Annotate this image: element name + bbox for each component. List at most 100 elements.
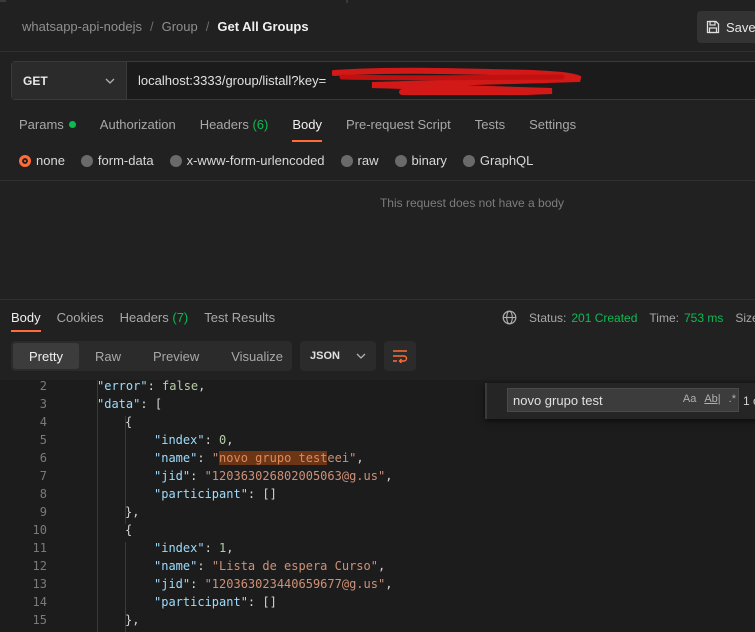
view-visualize[interactable]: Visualize: [215, 343, 299, 369]
response-status: Status: 201 Created Time: 753 ms Size:: [502, 310, 755, 325]
code-line: 12 "name": "Lista de espera Curso",: [0, 557, 755, 575]
chevron-down-icon: [105, 78, 115, 84]
tab-label: Authorization: [99, 117, 176, 132]
radio-raw[interactable]: raw: [340, 153, 379, 168]
find-options: Aa Ab| .*: [675, 393, 736, 405]
json-value: false: [162, 380, 199, 393]
code-line: 8 "participant": []: [0, 485, 755, 503]
json-punct: {: [125, 523, 133, 537]
format-select[interactable]: JSON: [300, 341, 376, 371]
json-value: [: [154, 397, 163, 411]
radio-graphql[interactable]: GraphQL: [462, 153, 533, 168]
tab-label: Body: [292, 117, 322, 132]
line-number: 10: [32, 523, 47, 537]
radio-icon: [340, 154, 353, 167]
radio-binary[interactable]: binary: [394, 153, 447, 168]
divider: [0, 299, 755, 300]
wrap-lines-icon: [393, 350, 408, 363]
resp-tab-test-results[interactable]: Test Results: [204, 310, 275, 325]
find-input[interactable]: novo grupo test Aa Ab| .*: [507, 388, 739, 412]
radio-x-www-form-urlencoded[interactable]: x-www-form-urlencoded: [169, 153, 325, 168]
find-widget: novo grupo test Aa Ab| .* 1 o: [485, 383, 755, 419]
format-value: JSON: [310, 350, 340, 362]
radio-label: none: [36, 153, 65, 168]
status-value[interactable]: 201 Created: [571, 311, 637, 325]
json-value: []: [262, 595, 277, 609]
headers-count: (6): [252, 117, 269, 132]
json-key: "error": [97, 380, 148, 393]
tab-body[interactable]: Body: [292, 117, 322, 142]
radio-label: binary: [411, 153, 447, 168]
save-button-label: Save: [726, 19, 755, 35]
resp-tab-cookies[interactable]: Cookies: [57, 310, 104, 325]
time-value[interactable]: 753 ms: [684, 311, 723, 325]
radio-label: raw: [357, 153, 379, 168]
headers-count: (7): [172, 310, 189, 325]
line-number: 6: [39, 451, 47, 465]
tab-label: Settings: [529, 117, 577, 132]
tab-headers[interactable]: Headers (6): [200, 117, 269, 132]
json-punct: ,: [356, 451, 364, 465]
save-button[interactable]: Save: [697, 11, 755, 43]
json-punct: ,: [198, 380, 206, 393]
tab-settings[interactable]: Settings: [529, 117, 576, 132]
breadcrumb-request[interactable]: Get All Groups: [217, 19, 308, 34]
tab-pre-request-script[interactable]: Pre-request Script: [346, 117, 451, 132]
status-label: Status:: [529, 310, 567, 325]
code-line: 10 {: [0, 521, 755, 539]
json-key: "participant": [154, 487, 248, 501]
search-match-highlight: novo grupo test: [219, 451, 328, 465]
tab-label: Pre-request Script: [345, 117, 451, 132]
tab-tests[interactable]: Tests: [475, 117, 505, 132]
view-raw[interactable]: Raw: [79, 343, 137, 369]
divider: [0, 180, 755, 181]
line-number: 7: [39, 469, 47, 483]
no-body-message: This request does not have a body: [379, 196, 565, 210]
code-line: 6 "name": "novo grupo testeei",: [0, 449, 755, 467]
tab-params[interactable]: Params: [19, 117, 76, 132]
line-number: 4: [39, 415, 47, 429]
globe-icon[interactable]: [502, 310, 517, 325]
resp-tab-headers[interactable]: Headers (7): [120, 310, 189, 325]
find-match-count: 1 o: [743, 394, 755, 408]
radio-icon: [394, 154, 407, 167]
breadcrumb: whatsapp-api-nodejs / Group / Get All Gr…: [22, 19, 309, 34]
breadcrumb-separator: /: [149, 19, 154, 34]
regex-toggle[interactable]: .*: [729, 393, 736, 405]
match-word-toggle[interactable]: Ab|: [704, 393, 720, 405]
tab-authorization[interactable]: Authorization: [100, 117, 176, 132]
json-key: "jid": [154, 577, 191, 591]
view-pretty[interactable]: Pretty: [13, 343, 79, 369]
code-line: 11 "index": 1,: [0, 539, 755, 557]
redaction-scribble: [332, 67, 582, 95]
line-number: 12: [32, 559, 47, 573]
line-number: 9: [39, 505, 47, 519]
breadcrumb-collection[interactable]: whatsapp-api-nodejs: [22, 19, 142, 34]
radio-label: x-www-form-urlencoded: [186, 153, 325, 168]
match-case-toggle[interactable]: Aa: [683, 393, 696, 405]
line-number: 2: [39, 380, 47, 393]
line-number: 11: [32, 541, 47, 555]
radio-form-data[interactable]: form-data: [80, 153, 154, 168]
breadcrumb-folder[interactable]: Group: [162, 19, 198, 34]
resp-tab-body[interactable]: Body: [11, 310, 41, 332]
radio-icon: [462, 154, 475, 167]
radio-icon: [169, 154, 182, 167]
body-type-radios: none form-data x-www-form-urlencoded raw…: [19, 153, 549, 168]
request-tabs: Params Authorization Headers (6) Body Pr…: [19, 117, 600, 142]
breadcrumb-separator: /: [205, 19, 210, 34]
wrap-lines-button[interactable]: [384, 341, 416, 371]
url-input[interactable]: localhost:3333/group/listall?key=: [127, 62, 755, 99]
view-preview[interactable]: Preview: [137, 343, 215, 369]
view-mode-toggle: Pretty Raw Preview Visualize: [11, 341, 292, 371]
code-line: 14 "participant": []: [0, 593, 755, 611]
json-punct: ,: [226, 433, 234, 447]
method-select[interactable]: GET: [12, 62, 127, 99]
json-key: "name": [154, 559, 198, 573]
radio-selected-icon: [19, 154, 31, 167]
tab-label: Params: [19, 117, 64, 132]
json-punct: ,: [385, 469, 393, 483]
radio-label: form-data: [97, 153, 154, 168]
code-line: 15 },: [0, 611, 755, 629]
radio-none[interactable]: none: [19, 153, 65, 168]
